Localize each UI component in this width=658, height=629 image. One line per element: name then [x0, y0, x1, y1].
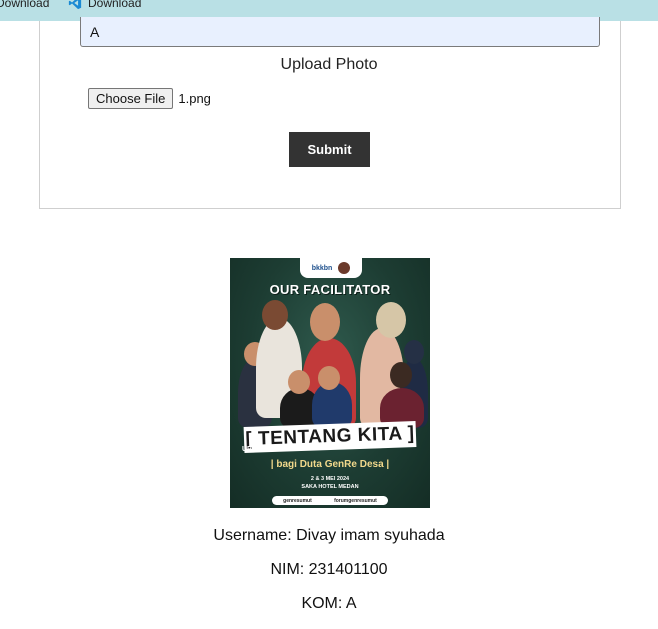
- kom-text: KOM: A: [301, 595, 357, 612]
- emblem-icon: [338, 262, 351, 274]
- upload-photo-label: Upload Photo: [280, 56, 378, 73]
- person-head: [376, 302, 406, 338]
- nim-text: NIM: 231401100: [270, 561, 388, 578]
- bookmark-label: Download: [88, 0, 142, 10]
- bookmark-download-1[interactable]: Download: [0, 0, 49, 10]
- file-input: Choose File 1.png: [88, 88, 211, 109]
- poster-heading: OUR FACILITATOR: [269, 282, 391, 297]
- poster-logo-text: bkkbn: [311, 264, 333, 272]
- person-head: [390, 362, 412, 388]
- choose-file-button[interactable]: Choose File: [88, 88, 174, 109]
- submit-button[interactable]: Submit: [289, 132, 370, 167]
- poster-date: 2 & 3 MEI 2024: [310, 476, 350, 482]
- poster-venue: SAKA HOTEL MEDAN: [301, 484, 359, 490]
- person-head: [262, 300, 288, 330]
- social-handle-1: genresumut: [283, 497, 312, 504]
- profile-photo: bkkbn OUR FACILITATOR [ TENTANG KITA ] U…: [230, 258, 430, 508]
- poster-logo-strip: bkkbn: [300, 258, 362, 278]
- person-head: [310, 303, 340, 341]
- bookmark-label: Download: [0, 0, 50, 10]
- file-name: 1.png: [178, 91, 211, 106]
- vscode-icon: [68, 0, 82, 10]
- person-head: [404, 340, 424, 364]
- social-handle-2: forumgenresumut: [334, 497, 377, 504]
- upload-form-card: [39, 21, 621, 209]
- poster-upgrade: UPGRADE!!: [242, 446, 282, 453]
- kom-input[interactable]: [80, 17, 600, 47]
- bookmark-download-2[interactable]: Download: [68, 0, 141, 10]
- person-head: [288, 370, 310, 394]
- poster-socials: genresumut forumgenresumut: [272, 496, 388, 505]
- username-text: Username: Divay imam syuhada: [213, 527, 445, 544]
- person-head: [318, 366, 340, 390]
- poster-tagline: | bagi Duta GenRe Desa |: [270, 459, 390, 470]
